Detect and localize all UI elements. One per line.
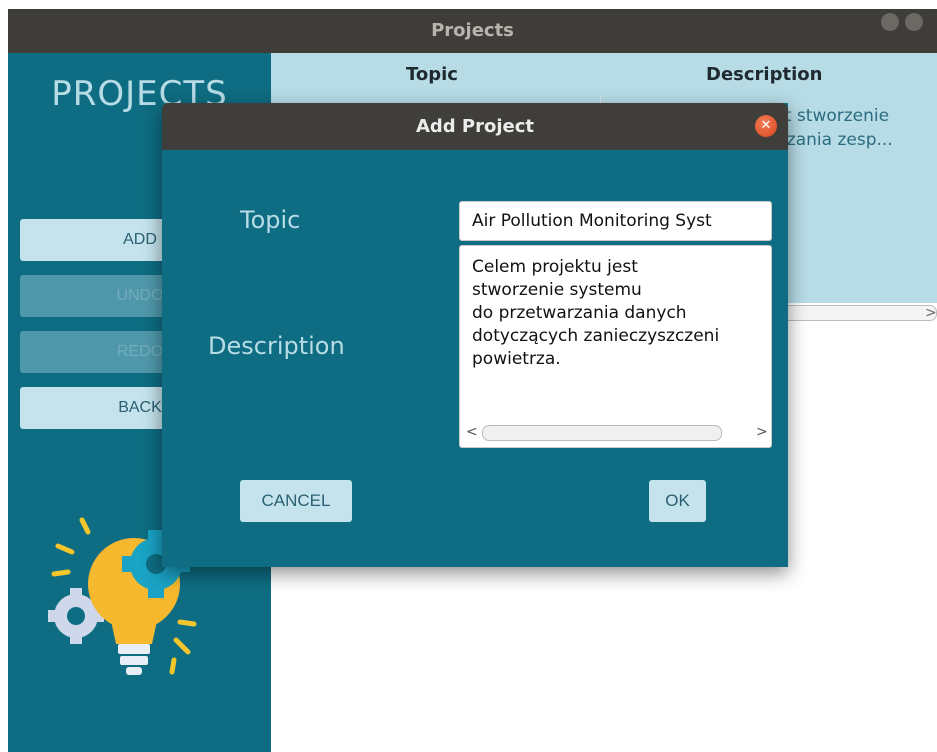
scroll-left-icon[interactable]: < bbox=[466, 424, 478, 440]
column-header-description[interactable]: Description bbox=[706, 64, 822, 85]
scroll-right-icon[interactable]: > bbox=[925, 305, 937, 321]
window-minimize-button[interactable] bbox=[881, 13, 899, 31]
description-label: Description bbox=[208, 332, 345, 360]
topic-input[interactable]: Air Pollution Monitoring Syst bbox=[459, 201, 772, 241]
topic-label: Topic bbox=[240, 206, 301, 234]
window-close-button[interactable] bbox=[905, 13, 923, 31]
dialog-titlebar: Add Project bbox=[162, 103, 788, 150]
table-cell-description: st stworzenie dzania zesp... bbox=[776, 106, 893, 150]
description-text: Celem projektu jest stworzenie systemu d… bbox=[472, 257, 720, 369]
dialog-title: Add Project bbox=[415, 116, 535, 137]
window-title: Projects bbox=[431, 20, 514, 41]
table-horizontal-scrollbar[interactable] bbox=[771, 305, 937, 321]
cancel-button[interactable]: CANCEL bbox=[240, 480, 352, 522]
close-icon[interactable]: ✕ bbox=[755, 115, 777, 137]
window-titlebar: Projects bbox=[8, 9, 937, 53]
description-horizontal-scrollbar[interactable] bbox=[482, 425, 722, 441]
column-header-topic[interactable]: Topic bbox=[406, 64, 458, 85]
ok-button[interactable]: OK bbox=[649, 480, 706, 522]
scroll-right-icon[interactable]: > bbox=[756, 424, 768, 440]
